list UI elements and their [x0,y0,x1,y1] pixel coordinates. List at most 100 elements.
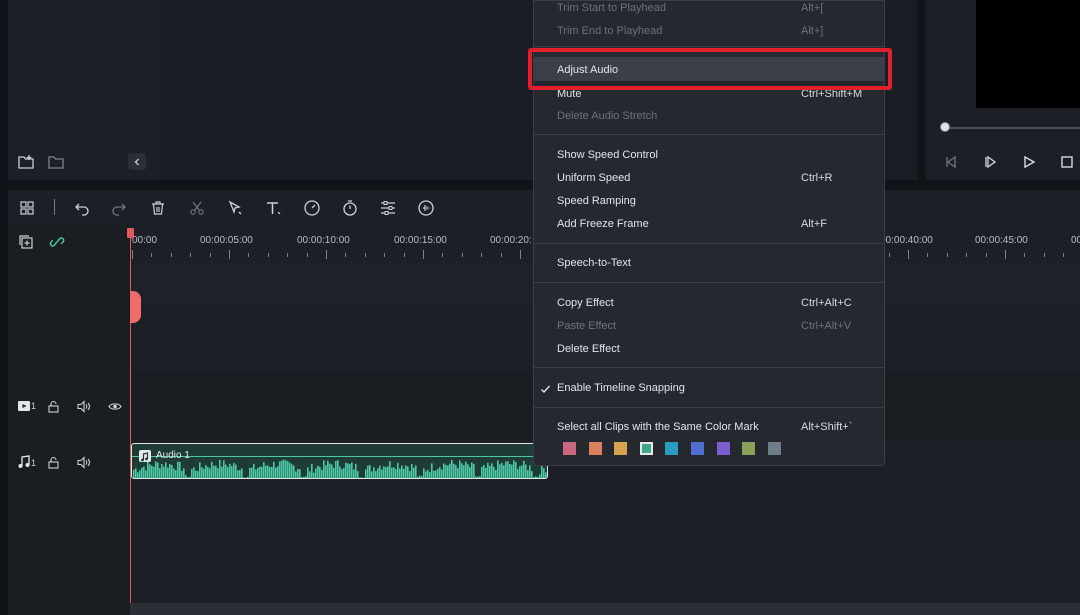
menu-item-select-same-color[interactable]: Select all Clips with the Same Color Mar… [557,421,759,433]
track-headers [8,226,130,615]
video-track-number: 1 [31,401,37,411]
ruler-tick [248,253,250,257]
speaker-icon[interactable] [77,456,91,469]
eye-icon[interactable] [108,400,122,413]
add-track-icon[interactable] [18,234,34,250]
ruler-tick [946,253,948,257]
ruler-tick [461,253,463,257]
menu-item-trim-end[interactable]: Trim End to Playhead [557,25,662,37]
ruler-label: 00:00:45:00 [975,235,1028,246]
timeline-scrollbar[interactable] [130,603,1080,615]
menu-separator [534,282,884,283]
stop-icon[interactable] [1057,152,1077,172]
text-tool-icon[interactable] [262,196,286,220]
color-mark-swatch[interactable] [588,442,602,455]
audio-waveform [132,456,547,478]
menu-item-enable-snapping[interactable]: Enable Timeline Snapping [557,382,685,394]
menu-item-copy-effect[interactable]: Copy Effect [557,297,614,309]
playhead-top[interactable] [127,228,134,238]
menu-item-trim-start[interactable]: Trim Start to Playhead [557,2,666,14]
menu-item-delete-audio-stretch[interactable]: Delete Audio Stretch [557,110,657,122]
color-mark-swatch[interactable] [563,442,576,455]
audio-sync-icon[interactable] [414,196,438,220]
menu-item-paste-effect[interactable]: Paste Effect [557,320,616,332]
ruler-tick [927,253,929,257]
cut-icon[interactable] [185,196,209,220]
ruler-label: 00 [1071,235,1080,246]
menu-item-delete-effect[interactable]: Delete Effect [557,343,620,355]
speed-icon[interactable] [300,196,324,220]
playhead-handle[interactable] [130,291,141,323]
ruler-tick [888,253,890,257]
redo-icon[interactable] [107,196,131,220]
ruler-tick [364,253,366,257]
ruler-tick [306,253,308,257]
collapse-panel-button[interactable] [128,153,146,170]
ruler-tick [326,250,327,259]
audio-track-number: 1 [31,458,37,468]
ruler-tick [966,253,968,257]
shortcut-select-same-color: Alt+Shift+` [801,421,853,433]
playhead-line[interactable] [130,228,131,615]
previous-frame-icon[interactable] [941,152,961,172]
undo-icon[interactable] [70,196,94,220]
menu-item-add-freeze-frame[interactable]: Add Freeze Frame [557,218,649,230]
color-mark-swatch[interactable] [614,442,628,455]
ruler-label: 00:00:05:00 [200,235,253,246]
layout-grid-icon[interactable] [15,196,39,220]
shortcut-copy-effect: Ctrl+Alt+C [801,297,852,309]
menu-item-uniform-speed[interactable]: Uniform Speed [557,172,630,184]
ruler-tick [442,253,444,257]
new-folder-icon[interactable] [18,154,34,170]
ruler-label: 00:00:20: [490,235,532,246]
lock-icon[interactable] [47,400,60,413]
music-note-icon [139,450,151,462]
ruler-tick [520,250,521,259]
adjust-sliders-icon[interactable] [376,196,400,220]
timer-icon[interactable] [338,196,362,220]
shortcut-paste-effect: Ctrl+Alt+V [801,320,852,332]
shortcut-trim-end: Alt+] [801,25,824,37]
ruler-tick [267,253,269,257]
audio-clip-label: Audio 1 [156,450,190,461]
link-icon[interactable] [49,234,65,250]
ruler-tick [1043,253,1045,257]
preview-slider-knob[interactable] [940,122,950,132]
color-mark-swatch[interactable] [691,442,704,455]
ruler-tick [190,253,192,257]
preview-progress-slider[interactable] [945,127,1080,129]
ruler-tick [345,253,347,257]
menu-separator [534,46,884,47]
shortcut-trim-start: Alt+[ [801,2,824,14]
checkmark-icon [540,382,551,393]
color-mark-swatch[interactable] [639,442,653,455]
lock-icon[interactable] [47,456,60,469]
menu-item-show-speed-control[interactable]: Show Speed Control [557,149,658,161]
menu-item-speed-ramping[interactable]: Speed Ramping [557,195,636,207]
color-mark-swatch[interactable] [767,442,781,455]
shortcut-add-freeze-frame: Alt+F [801,218,827,230]
shortcut-uniform-speed: Ctrl+R [801,172,833,184]
ruler-tick [384,253,386,257]
play-icon[interactable] [1019,152,1039,172]
delete-icon[interactable] [146,196,170,220]
menu-separator [534,243,884,244]
ruler-tick [287,253,289,257]
ruler-tick [132,250,133,259]
ruler-label: 00:00:10:00 [297,235,350,246]
speaker-icon[interactable] [77,400,91,413]
color-mark-swatch[interactable] [716,442,730,455]
audio-clip[interactable] [131,443,548,479]
ruler-tick [423,250,424,259]
ruler-tick [1005,250,1006,259]
menu-item-speech-to-text[interactable]: Speech-to-Text [557,257,631,269]
color-mark-swatch[interactable] [742,442,756,455]
ruler-tick [500,253,502,257]
select-tool-icon[interactable] [223,196,247,220]
folder-icon[interactable] [48,154,64,170]
color-mark-swatch[interactable] [665,442,679,455]
ruler-tick [985,253,987,257]
next-frame-icon[interactable] [981,152,1001,172]
menu-separator [534,134,884,135]
ruler-tick [908,250,909,259]
